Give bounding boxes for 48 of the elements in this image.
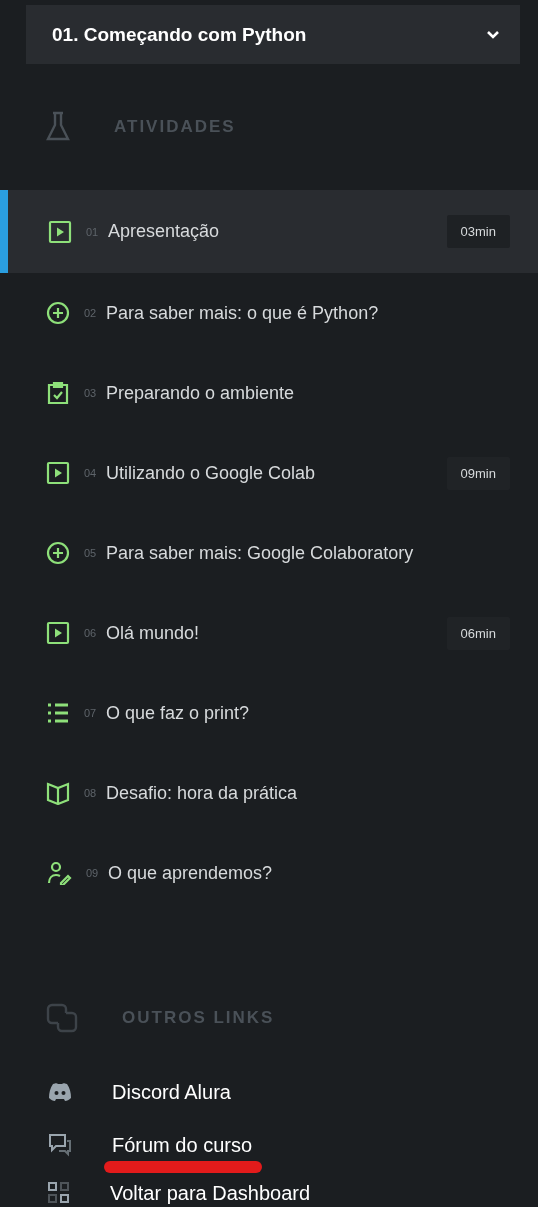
person-pencil-icon (46, 861, 72, 885)
clipboard-check-icon (46, 381, 70, 405)
activity-title: Olá mundo! (106, 622, 201, 644)
activity-number: 08 (84, 787, 98, 799)
nav-link[interactable]: Discord Alura (112, 1080, 231, 1104)
activity-title: Utilizando o Google Colab (106, 462, 317, 484)
plus-circle-icon (46, 301, 70, 325)
activity-title: Desafio: hora da prática (106, 782, 299, 804)
activity-title: Preparando o ambiente (106, 382, 296, 404)
section-dropdown[interactable]: 01. Começando com Python (26, 5, 520, 64)
duration-badge: 09min (446, 456, 510, 490)
list-icon (46, 701, 70, 725)
activity-number: 04 (84, 467, 98, 479)
plus-circle-icon (46, 541, 70, 565)
duration-badge: 03min (446, 215, 510, 248)
activity-number: 06 (84, 627, 98, 639)
book-icon (46, 781, 70, 805)
chevron-icon (486, 29, 500, 40)
chat-bubbles-icon (48, 1133, 72, 1157)
activity-number: 05 (84, 547, 98, 559)
activity-item[interactable]: 09 O que aprendemos? (0, 833, 538, 913)
section-title: 01. Começando com Python (52, 23, 307, 46)
activity-number: 07 (84, 707, 98, 719)
activity-item[interactable]: 06 Olá mundo! 06min (0, 593, 538, 673)
duration-badge: 06min (446, 616, 510, 650)
activity-item[interactable]: 02 Para saber mais: o que é Python? (0, 273, 538, 353)
activity-title: Apresentação (108, 221, 221, 242)
flask-icon (46, 111, 70, 143)
activity-title: Para saber mais: Google Colaboratory (106, 542, 415, 564)
activity-number: 03 (84, 387, 98, 399)
activity-item[interactable]: 08 Desafio: hora da prática (0, 753, 538, 833)
activity-item[interactable]: 07 O que faz o print? (0, 673, 538, 753)
link-icon (46, 1003, 78, 1033)
activity-title: Para saber mais: o que é Python? (106, 302, 380, 324)
activity-item[interactable]: 03 Preparando o ambiente (0, 353, 538, 433)
activity-title: O que aprendemos? (108, 862, 274, 884)
activity-item[interactable]: 04 Utilizando o Google Colab 09min (0, 433, 538, 513)
activity-number: 02 (84, 307, 98, 319)
activity-item[interactable]: 05 Para saber mais: Google Colaboratory (0, 513, 538, 593)
play-icon (46, 461, 70, 485)
activity-title: O que faz o print? (106, 702, 251, 724)
play-icon (48, 219, 72, 244)
game-controller-icon (48, 1082, 72, 1102)
play-icon (46, 621, 70, 645)
nav-link[interactable]: Fórum do curso (112, 1133, 253, 1157)
nav-link[interactable]: Voltar para Dashboard (110, 1181, 311, 1205)
activity-number: 09 (86, 867, 100, 879)
grid-icon (48, 1182, 70, 1204)
